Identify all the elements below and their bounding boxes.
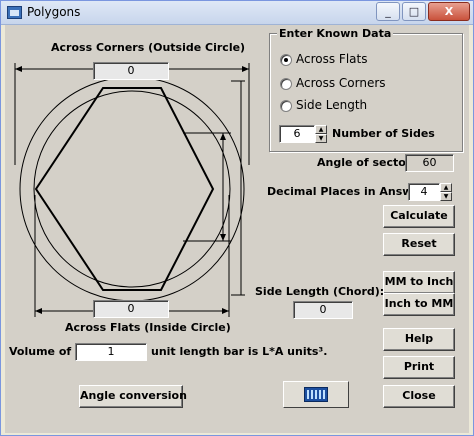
decimals-input[interactable]: 4	[408, 183, 440, 201]
close-button-label: Close	[402, 389, 436, 402]
mm-to-inch-button[interactable]: MM to Inch	[383, 271, 455, 294]
flats-label: Across Flats (Inside Circle)	[65, 321, 231, 334]
sides-spinner[interactable]: ▲ ▼	[315, 125, 327, 143]
radio-side-length[interactable]	[280, 100, 292, 112]
sector-label: Angle of sector:	[317, 156, 416, 169]
flats-arrow-right	[222, 308, 229, 314]
angle-conversion-button[interactable]: Angle conversion	[79, 385, 187, 408]
app-icon	[7, 6, 22, 19]
corners-label: Across Corners (Outside Circle)	[51, 41, 246, 54]
window-title: Polygons	[27, 5, 81, 19]
maximize-button[interactable]: □	[402, 2, 426, 21]
decimals-down-icon[interactable]: ▼	[440, 192, 452, 201]
calculator-button[interactable]	[283, 381, 349, 408]
flats-value-field[interactable]: 0	[93, 300, 169, 318]
print-button[interactable]: Print	[383, 356, 455, 379]
radio-across-corners[interactable]	[280, 78, 292, 90]
outside-circle	[19, 76, 245, 302]
main-panel: Across Corners (Outside Circle) 0 0 Acro…	[5, 25, 469, 433]
volume-suffix: unit length bar is L*A units³.	[151, 345, 328, 358]
side-arrow-bottom	[220, 234, 226, 241]
corners-arrow-right	[242, 66, 249, 72]
volume-prefix: Volume of a	[9, 345, 83, 358]
spin-down-icon[interactable]: ▼	[315, 134, 327, 143]
hexagon-shape	[34, 87, 215, 291]
side-length-label: Side Length (Chord):	[255, 285, 385, 298]
sector-value-field: 60	[405, 154, 454, 172]
title-bar[interactable]: Polygons _ □ X	[1, 1, 473, 25]
angle-conversion-label: Angle conversion	[80, 389, 187, 402]
calculate-button-label: Calculate	[390, 209, 448, 222]
radio-side-length-label[interactable]: Side Length	[296, 98, 367, 112]
inch-to-mm-label: Inch to MM	[384, 297, 454, 310]
polygons-window: Polygons _ □ X Across Corners (Outside C…	[0, 0, 474, 436]
volume-input[interactable]: 1	[75, 343, 147, 361]
known-data-group: Enter Known Data Across Flats Across Cor…	[269, 27, 463, 152]
calculator-icon	[304, 387, 328, 402]
inch-to-mm-button[interactable]: Inch to MM	[383, 293, 455, 316]
help-button[interactable]: Help	[383, 328, 455, 351]
radio-across-flats-label[interactable]: Across Flats	[296, 52, 367, 66]
known-data-title: Enter Known Data	[277, 27, 394, 40]
spin-up-icon[interactable]: ▲	[315, 125, 327, 134]
calculate-button[interactable]: Calculate	[383, 205, 455, 228]
reset-button-label: Reset	[401, 237, 437, 250]
sides-label: Number of Sides	[332, 127, 435, 140]
inside-circle	[33, 90, 231, 288]
reset-button[interactable]: Reset	[383, 233, 455, 256]
sides-input[interactable]: 6	[279, 125, 315, 143]
decimals-up-icon[interactable]: ▲	[440, 183, 452, 192]
mm-to-inch-label: MM to Inch	[384, 275, 454, 288]
print-button-label: Print	[403, 360, 435, 373]
close-button[interactable]: Close	[383, 385, 455, 408]
radio-across-flats[interactable]	[280, 54, 292, 66]
close-window-button[interactable]: X	[428, 2, 470, 21]
flats-arrow-left	[35, 308, 42, 314]
corners-value-field[interactable]: 0	[93, 62, 169, 80]
decimals-label: Decimal Places in Answer	[267, 185, 426, 198]
minimize-button[interactable]: _	[376, 2, 400, 21]
side-arrow-top	[220, 133, 226, 140]
help-button-label: Help	[404, 332, 434, 345]
decimals-spinner[interactable]: ▲ ▼	[440, 183, 452, 201]
corners-arrow-left	[15, 66, 22, 72]
radio-across-corners-label[interactable]: Across Corners	[296, 76, 386, 90]
side-length-field[interactable]: 0	[293, 301, 353, 319]
